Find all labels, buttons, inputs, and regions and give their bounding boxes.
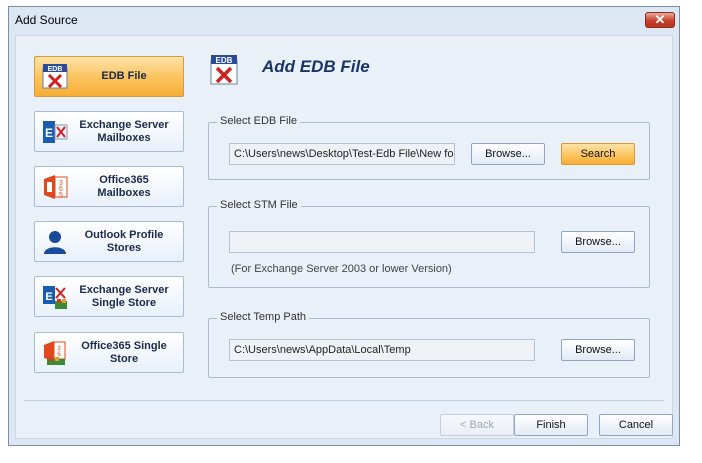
add-source-dialog: Add Source ✕ EDB EDB File E Exchange Ser… — [8, 6, 680, 446]
group-title: Select Temp Path — [217, 311, 310, 323]
browse-temp-button[interactable]: Browse... — [561, 339, 635, 361]
source-office365-single-store-button[interactable]: 3 6 Office365 Single Store — [34, 332, 184, 373]
browse-edb-button[interactable]: Browse... — [471, 143, 545, 165]
select-temp-path-group: Select Temp Path C:\Users\news\AppData\L… — [208, 311, 650, 378]
edb-file-path-field[interactable]: C:\Users\news\Desktop\Test-Edb File\New … — [229, 143, 455, 165]
group-title: Select EDB File — [217, 115, 301, 127]
window-title: Add Source — [15, 13, 78, 27]
svg-text:EDB: EDB — [216, 56, 233, 65]
source-outlook-profile-stores-button[interactable]: Outlook Profile Stores — [34, 221, 184, 262]
source-edb-file-button[interactable]: EDB EDB File — [34, 56, 184, 97]
source-label: Exchange Server Single Store — [79, 283, 169, 309]
source-label: Outlook Profile Stores — [84, 228, 164, 254]
source-label: Office365 Single Store — [81, 339, 167, 365]
source-label: Office365 Mailboxes — [97, 173, 151, 199]
svg-text:EDB: EDB — [48, 66, 63, 73]
search-button[interactable]: Search — [561, 143, 635, 165]
cancel-button[interactable]: Cancel — [599, 414, 673, 436]
close-button[interactable]: ✕ — [645, 12, 675, 28]
page-title: Add EDB File — [262, 57, 370, 76]
select-edb-file-group: Select EDB File C:\Users\news\Desktop\Te… — [208, 115, 650, 180]
source-label: EDB File — [101, 70, 147, 82]
footer-divider — [24, 400, 664, 401]
dialog-content: EDB EDB File E Exchange Server Mailboxes — [15, 35, 673, 439]
source-exchange-server-mailboxes-button[interactable]: E Exchange Server Mailboxes — [34, 111, 184, 152]
edb-file-icon: EDB — [209, 54, 239, 86]
source-exchange-server-single-store-button[interactable]: E Exchange Server Single Store — [34, 276, 184, 317]
exchange-single-store-icon: E — [41, 283, 69, 311]
source-office365-mailboxes-button[interactable]: 3 6 5 Office365 Mailboxes — [34, 166, 184, 207]
temp-path-field[interactable]: C:\Users\news\AppData\Local\Temp — [229, 339, 535, 361]
office365-icon: 3 6 5 — [41, 173, 69, 201]
office365-single-store-icon: 3 6 — [41, 339, 69, 367]
title-bar: Add Source ✕ — [9, 7, 679, 33]
stm-file-path-field[interactable] — [229, 231, 535, 253]
svg-text:E: E — [45, 126, 53, 140]
select-stm-file-group: Select STM File Browse... (For Exchange … — [208, 199, 650, 288]
exchange-server-icon: E — [41, 118, 69, 146]
back-button[interactable]: < Back — [440, 414, 514, 436]
svg-text:E: E — [45, 291, 52, 303]
outlook-profile-icon — [41, 228, 69, 256]
finish-button[interactable]: Finish — [514, 414, 588, 436]
svg-text:5: 5 — [59, 192, 63, 199]
stm-hint-text: (For Exchange Server 2003 or lower Versi… — [231, 263, 452, 275]
source-label: Exchange Server Mailboxes — [79, 118, 169, 144]
edb-file-icon: EDB — [41, 63, 69, 91]
browse-stm-button[interactable]: Browse... — [561, 231, 635, 253]
group-title: Select STM File — [217, 199, 301, 211]
